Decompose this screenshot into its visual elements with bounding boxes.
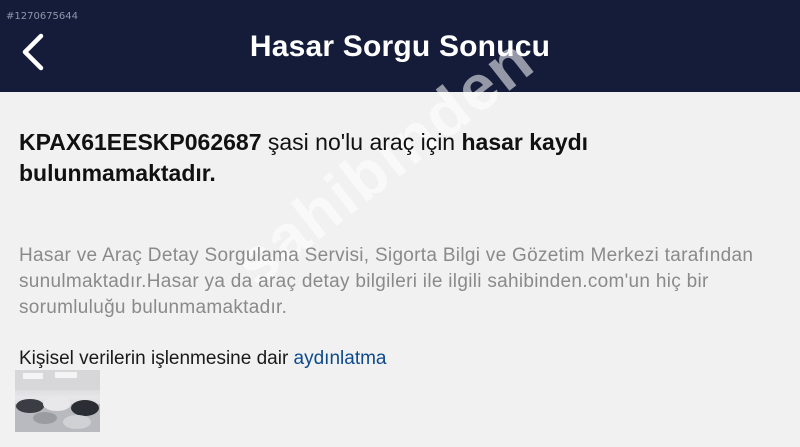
car-showroom-image — [15, 370, 100, 432]
result-text-middle: şasi no'lu araç için — [261, 129, 462, 155]
app-header: #1270675644 Hasar Sorgu Sonucu — [0, 0, 800, 92]
page-title: Hasar Sorgu Sonucu — [249, 30, 551, 63]
consent-link[interactable]: aydınlatma — [294, 348, 387, 369]
consent-line: Kişisel verilerin işlenmesine dair aydın… — [19, 348, 387, 370]
disclaimer-text: Hasar ve Araç Detay Sorgulama Servisi, S… — [19, 245, 754, 318]
result-message: KPAX61EESKP062687 şasi no'lu araç için h… — [19, 127, 759, 189]
car-thumbnail[interactable] — [15, 370, 100, 432]
chassis-number: KPAX61EESKP062687 — [19, 129, 262, 155]
consent-text: Kişisel verilerin işlenmesine dair — [19, 348, 294, 369]
ad-id-label: #1270675644 — [6, 11, 79, 22]
result-content: sahibinden KPAX61EESKP062687 şasi no'lu … — [0, 22, 800, 447]
